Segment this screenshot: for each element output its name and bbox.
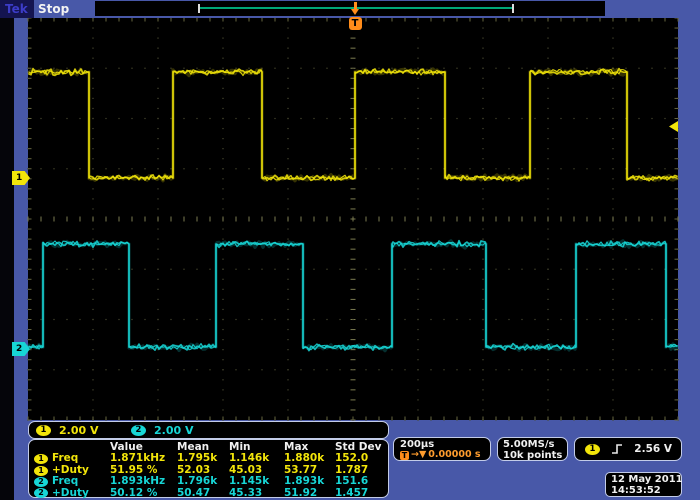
record-view-left-bracket [198, 4, 200, 13]
meas-stddev: 1.457 [335, 488, 388, 499]
meas-value: 50.12 % [110, 488, 177, 499]
meas-name: Freq [52, 476, 78, 487]
trigger-position-readout: T →▼ 0.00000 s [400, 450, 490, 460]
sample-rate: 5.00MS/s [503, 439, 567, 450]
time-label: 14:53:52 [611, 485, 681, 496]
datetime-readout: 12 May 2011 14:53:52 [605, 472, 682, 497]
channel2-scale[interactable]: 2.00 V [154, 424, 202, 437]
channel1-scale[interactable]: 2.00 V [59, 424, 107, 437]
waveform-display [0, 0, 700, 430]
rising-edge-icon [610, 442, 624, 456]
channel-scale-readouts: 1 2.00 V 2 2.00 V [28, 421, 389, 439]
meas-row-label: 2 +Duty [32, 488, 110, 499]
meas-name: +Duty [52, 488, 89, 499]
date-label: 12 May 2011 [611, 474, 681, 485]
meas-row-label: 2 Freq [32, 476, 110, 487]
channel2-badge: 2 [34, 488, 48, 498]
oscilloscope-screen: Tek Stop T 1 2 1 2.00 V 2 2.00 V Value M… [0, 0, 700, 500]
meas-max: 51.92 [284, 488, 335, 499]
channel1-badge[interactable]: 1 [36, 425, 51, 436]
meas-min: 1.145k [229, 476, 284, 487]
meas-value: 1.893kHz [110, 476, 177, 487]
trigger-source-badge: 1 [585, 444, 600, 455]
trigger-position-arrow-icon[interactable] [351, 2, 360, 15]
meas-mean: 50.47 [177, 488, 229, 499]
left-border-strip [14, 18, 28, 420]
meas-mean: 1.796k [177, 476, 229, 487]
trigger-position-value: 0.00000 s [428, 450, 480, 460]
trigger-level-value: 2.56 V [634, 443, 672, 455]
channel1-badge: 1 [34, 454, 48, 464]
meas-stddev: 151.6 [335, 476, 388, 487]
meas-min: 45.33 [229, 488, 284, 499]
trigger-position-badge[interactable]: T [349, 17, 362, 30]
meas-max: 1.893k [284, 476, 335, 487]
channel1-badge: 1 [34, 466, 48, 476]
acquisition-readout[interactable]: 5.00MS/s 10k points [497, 437, 568, 461]
trigger-level-arrow-icon[interactable] [669, 121, 678, 132]
right-border-strip [678, 18, 700, 420]
channel2-badge: 2 [34, 477, 48, 487]
record-length: 10k points [503, 450, 567, 461]
measurements-table: Value Mean Min Max Std Dev 1 Freq 1.871k… [28, 439, 389, 498]
horizontal-readout[interactable]: 200µs T →▼ 0.00000 s [393, 437, 491, 461]
trigger-readout[interactable]: 1 2.56 V [574, 437, 682, 461]
tek-logo: Tek [5, 2, 28, 16]
channel2-badge[interactable]: 2 [131, 425, 146, 436]
record-view-right-bracket [512, 4, 514, 13]
trigger-t-icon: T [400, 451, 409, 460]
trigger-position-arrows-icon: →▼ [411, 450, 426, 460]
acquisition-status[interactable]: Stop [38, 2, 69, 16]
